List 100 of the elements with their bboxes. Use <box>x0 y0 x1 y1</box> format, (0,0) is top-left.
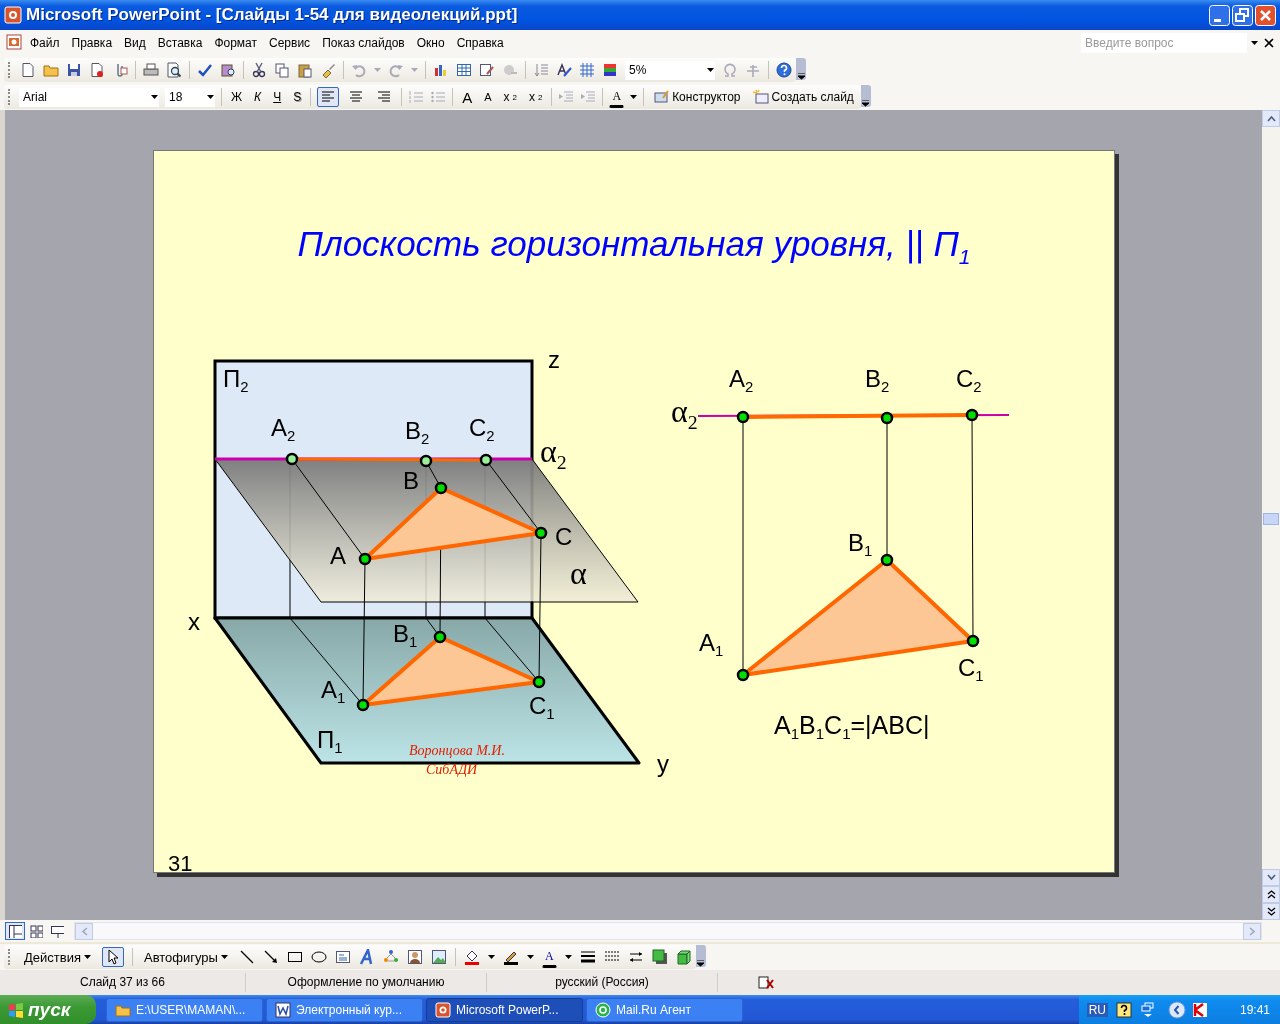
grow-font-button[interactable]: A <box>459 86 476 108</box>
font-color-button[interactable]: A <box>609 86 625 108</box>
toolbar-options-icon[interactable] <box>697 960 705 967</box>
point <box>880 411 894 425</box>
scroll-up-icon[interactable] <box>1266 114 1276 123</box>
dropdown-arrow-icon[interactable] <box>1251 41 1258 45</box>
copy-icon[interactable] <box>274 62 290 78</box>
diagram-icon[interactable] <box>382 949 399 965</box>
italic-button[interactable]: К <box>251 88 265 106</box>
paste-icon[interactable] <box>297 62 313 78</box>
dropdown-arrow-icon[interactable] <box>707 68 714 72</box>
point-label: A <box>330 544 346 568</box>
menu-item[interactable]: Справка <box>450 34 510 52</box>
folder-icon[interactable] <box>43 62 59 78</box>
document-icon[interactable] <box>6 34 24 52</box>
zoom-field[interactable]: 5% <box>625 60 715 80</box>
help-search-field[interactable]: Введите вопрос <box>1081 33 1247 53</box>
dropdown-arrow-icon[interactable] <box>207 95 214 99</box>
point <box>479 453 493 467</box>
cut-icon[interactable] <box>251 62 267 78</box>
menu-item[interactable]: Сервис <box>263 34 317 52</box>
research-icon[interactable] <box>220 62 236 78</box>
underline-button[interactable]: Ч <box>270 88 285 106</box>
start-button[interactable]: пуск <box>0 995 96 1024</box>
cube-icon[interactable] <box>675 949 692 965</box>
line-style-icon[interactable] <box>579 949 596 965</box>
antivirus-icon[interactable] <box>1191 1001 1208 1018</box>
author-caption: Воронцова М.И. <box>409 743 505 759</box>
equation-text: A$_{1}$B$_{1}$C$_{1}$=|ABC| <box>774 711 930 742</box>
dropdown-arrow-icon[interactable] <box>630 95 638 99</box>
permission-icon[interactable] <box>89 62 105 78</box>
format-painter-icon[interactable] <box>320 62 336 78</box>
shadow-button[interactable]: S <box>290 88 305 106</box>
language-indicator[interactable]: RU <box>1086 1002 1108 1017</box>
taskbar-item[interactable]: Электронный кур... <box>266 997 423 1022</box>
shrink-font-button[interactable]: A <box>481 89 495 105</box>
ellipse-icon[interactable] <box>310 949 327 965</box>
toolbar-options-icon[interactable] <box>862 100 870 107</box>
scroll-down-icon[interactable] <box>1266 873 1276 882</box>
menu-item[interactable]: Файл <box>24 34 66 52</box>
previous-slide-icon[interactable] <box>1266 890 1276 899</box>
normal-view-button[interactable] <box>5 922 25 940</box>
point <box>356 698 370 712</box>
font-size-field[interactable]: 18 <box>165 87 215 107</box>
dropdown-arrow-icon[interactable] <box>151 95 158 99</box>
font-field[interactable]: Arial <box>19 87 159 107</box>
show-formatting-icon[interactable] <box>556 62 572 78</box>
actions-menu[interactable]: Действия <box>21 947 94 967</box>
autoshapes-menu[interactable]: Автофигуры <box>140 947 231 967</box>
minimize-icon[interactable] <box>1209 4 1230 26</box>
taskbar-item[interactable]: Mail.Ru Агент <box>586 997 743 1022</box>
design-button[interactable]: Конструктор <box>650 87 744 107</box>
menu-item[interactable]: Окно <box>410 34 451 52</box>
font-color-button[interactable]: A <box>541 946 557 968</box>
taskbar-item[interactable]: E:\USER\MAMAN\... <box>106 997 263 1022</box>
network-icon[interactable] <box>1139 1001 1156 1018</box>
restore-icon[interactable] <box>1232 4 1253 26</box>
dropdown-arrow-icon[interactable] <box>564 955 572 959</box>
arrow-style-icon[interactable] <box>627 949 644 965</box>
rectangle-icon[interactable] <box>286 949 303 965</box>
next-slide-icon[interactable] <box>1266 907 1276 916</box>
line-color-icon[interactable] <box>502 949 519 965</box>
wordart-icon[interactable] <box>358 949 375 965</box>
line-icon[interactable] <box>238 949 255 965</box>
chart-icon[interactable] <box>433 62 449 78</box>
arrow-icon[interactable] <box>262 949 279 965</box>
print-icon[interactable] <box>143 62 159 78</box>
select-objects-button[interactable] <box>101 947 124 967</box>
print-preview-icon[interactable] <box>166 62 182 78</box>
sorter-icon <box>29 924 43 938</box>
point-label: A$_{1}$ <box>699 631 724 660</box>
grid-icon[interactable] <box>579 62 595 78</box>
help-icon[interactable] <box>776 62 792 78</box>
color-icon[interactable] <box>602 62 618 78</box>
menu-item[interactable]: Вставка <box>151 34 209 52</box>
shadow-icon[interactable] <box>651 949 668 965</box>
menu-item[interactable]: Показ слайдов <box>316 34 411 52</box>
taskbar-item[interactable]: Microsoft PowerP... <box>426 997 583 1022</box>
clip-art-icon[interactable] <box>406 949 423 965</box>
dropdown-arrow-icon[interactable] <box>487 955 495 959</box>
table-pen-icon[interactable] <box>479 62 495 78</box>
menu-item[interactable]: Правка <box>65 34 119 52</box>
expand-tray-icon[interactable] <box>1167 1000 1186 1019</box>
close-icon[interactable] <box>1264 38 1274 48</box>
scrollbar-thumb[interactable] <box>1263 512 1279 525</box>
table-icon[interactable] <box>456 62 472 78</box>
new-document-icon[interactable] <box>20 62 36 78</box>
text-box-icon[interactable] <box>334 949 351 965</box>
toolbar-options-icon[interactable] <box>797 73 805 80</box>
picture-icon[interactable] <box>430 949 447 965</box>
superscript-button[interactable]: x$^{2}$ <box>526 88 546 106</box>
fill-bucket-icon[interactable] <box>463 949 480 965</box>
dropdown-arrow-icon[interactable] <box>526 955 534 959</box>
menu-item[interactable]: Вид <box>118 34 152 52</box>
save-icon[interactable] <box>66 62 82 78</box>
new-slide-button[interactable]: Создать слайд <box>749 87 857 107</box>
menu-item[interactable]: Формат <box>208 34 264 52</box>
help-tray-icon[interactable] <box>1115 1001 1132 1018</box>
bold-button[interactable]: Ж <box>228 88 246 106</box>
spelling-icon[interactable] <box>197 62 213 78</box>
